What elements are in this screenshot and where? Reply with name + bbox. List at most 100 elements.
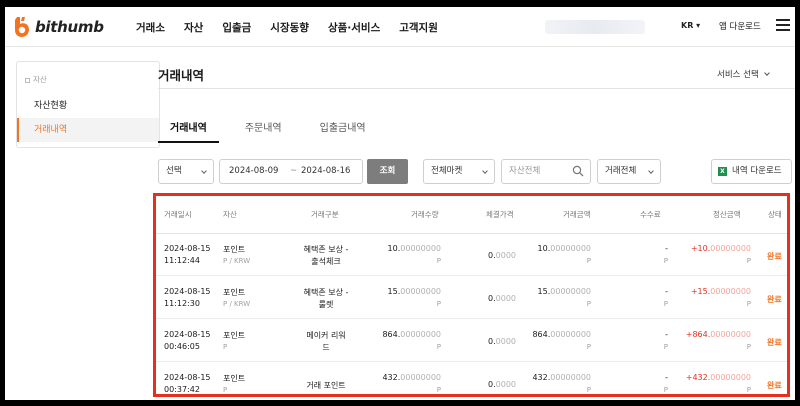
history-download-button[interactable]: X 내역 다운로드 xyxy=(711,159,792,184)
table-row: 2024-08-15 00:46:05 포인트 P 메이커 리워 드 864.0… xyxy=(156,320,787,362)
title-divider xyxy=(158,88,795,89)
amount-int: 432. xyxy=(532,373,551,382)
sidebar-section-title: 자산 xyxy=(25,74,47,85)
sidebar-item-asset-status[interactable]: 자산현황 xyxy=(17,94,159,118)
row-qty-unit: P xyxy=(436,257,441,265)
qty-dec: 00000000 xyxy=(400,330,441,339)
row-asset-sub: P xyxy=(223,386,228,394)
row-settlement-unit: P xyxy=(746,386,751,394)
row-date: 2024-08-15 xyxy=(164,373,211,382)
row-time: 00:46:05 xyxy=(164,342,200,351)
brand-logo[interactable]: bithumb xyxy=(13,16,104,38)
nav-exchange[interactable]: 거래소 xyxy=(136,20,165,35)
amount-int: 10. xyxy=(537,244,551,253)
qty-dec: 00000000 xyxy=(400,244,441,253)
search-icon[interactable] xyxy=(572,165,584,177)
row-asset-sub: P / KRW xyxy=(223,257,251,265)
tab-trade-history[interactable]: 거래내역 xyxy=(158,113,219,143)
amount-dec: 00000000 xyxy=(550,330,591,339)
row-settlement: +432.00000000 xyxy=(641,373,751,382)
col-header-asset: 자산 xyxy=(223,210,237,219)
row-amount: 432.00000000 xyxy=(486,373,591,382)
row-settlement: +10.00000000 xyxy=(641,244,751,253)
chevron-down-icon xyxy=(648,168,654,174)
row-amount: 15.00000000 xyxy=(486,287,591,296)
qty-dec: 00000000 xyxy=(400,373,441,382)
download-button-label: 내역 다운로드 xyxy=(732,166,782,176)
period-select[interactable]: 선택 xyxy=(158,159,214,184)
app-download-link[interactable]: 앱 다운로드 xyxy=(719,20,761,32)
qty-int: 10. xyxy=(387,244,401,253)
chevron-down-icon xyxy=(201,168,207,174)
table-row: 2024-08-15 11:12:30 포인트 P / KRW 혜택존 보상 -… xyxy=(156,277,787,319)
nav-deposit-withdraw[interactable]: 입출금 xyxy=(222,20,251,35)
asset-search-placeholder: 자산전체 xyxy=(509,166,541,176)
qty-int: 432. xyxy=(382,373,401,382)
col-header-settlement: 정산금액 xyxy=(713,210,741,219)
table-header: 거래일시 자산 거래구분 거래수량 체결가격 거래금액 수수료 정산금액 상태 xyxy=(156,196,787,234)
status-badge[interactable]: 완료 xyxy=(767,294,782,305)
settle-dec: 00000000 xyxy=(710,244,751,253)
row-date: 2024-08-15 xyxy=(164,244,211,253)
date-to[interactable]: 2024-08-16 xyxy=(301,160,350,183)
row-asset: 포인트 xyxy=(223,245,246,254)
status-badge[interactable]: 완료 xyxy=(767,251,782,262)
nav-assets[interactable]: 자산 xyxy=(184,20,203,35)
settle-int: +432. xyxy=(685,373,711,382)
date-separator: ~ xyxy=(290,166,298,176)
row-quantity: 15.00000000 xyxy=(336,287,441,296)
amount-dec: 00000000 xyxy=(550,373,591,382)
query-button[interactable]: 조회 xyxy=(367,159,408,184)
row-quantity: 432.00000000 xyxy=(336,373,441,382)
language-selector[interactable]: KR ▾ xyxy=(681,21,700,30)
nav-market-trends[interactable]: 시장동향 xyxy=(270,20,309,35)
row-asset-sub: P / KRW xyxy=(223,300,251,308)
sidebar: 자산 자산현황 거래내역 xyxy=(16,61,160,148)
settle-int: +864. xyxy=(685,330,711,339)
row-amount: 10.00000000 xyxy=(486,244,591,253)
status-badge[interactable]: 완료 xyxy=(767,337,782,348)
amount-dec: 00000000 xyxy=(550,244,591,253)
row-time: 00:37:42 xyxy=(164,385,200,394)
qty-int: 864. xyxy=(382,330,401,339)
col-header-datetime: 거래일시 xyxy=(164,210,192,219)
menu-icon[interactable] xyxy=(776,19,790,31)
row-amount-unit: P xyxy=(586,257,591,265)
history-tabs: 거래내역 주문내역 입출금내역 xyxy=(158,113,392,143)
bithumb-logo-icon xyxy=(15,17,29,37)
date-from[interactable]: 2024-08-09 xyxy=(229,160,278,183)
amount-int: 15. xyxy=(537,287,551,296)
settle-dec: 00000000 xyxy=(710,287,751,296)
market-select[interactable]: 전체마켓 xyxy=(423,159,495,184)
asset-search-input[interactable]: 자산전체 xyxy=(501,159,591,184)
tab-deposit-withdraw-history[interactable]: 입출금내역 xyxy=(308,113,378,143)
nav-products-services[interactable]: 상품·서비스 xyxy=(328,20,380,35)
col-header-type: 거래구분 xyxy=(311,210,339,219)
col-header-status: 상태 xyxy=(768,210,782,219)
chevron-down-icon xyxy=(482,168,488,174)
table-row: 2024-08-15 11:12:44 포인트 P / KRW 혜택존 보상 -… xyxy=(156,234,787,276)
trade-type-value: 거래전체 xyxy=(605,166,637,176)
app-frame: bithumb 거래소 자산 입출금 시장동향 상품·서비스 고객지원 KR ▾… xyxy=(5,7,795,400)
tab-order-history[interactable]: 주문내역 xyxy=(233,113,294,143)
period-select-value: 선택 xyxy=(166,166,182,176)
nav-customer-support[interactable]: 고객지원 xyxy=(399,20,438,35)
row-time: 11:12:30 xyxy=(164,299,200,308)
brand-name: bithumb xyxy=(35,18,104,36)
excel-icon: X xyxy=(718,167,727,176)
settle-int: +10. xyxy=(690,244,711,253)
row-time: 11:12:44 xyxy=(164,256,200,265)
trade-type-select[interactable]: 거래전체 xyxy=(597,159,661,184)
row-asset: 포인트 xyxy=(223,374,246,383)
sidebar-item-trade-history[interactable]: 거래내역 xyxy=(17,118,159,142)
row-amount-unit: P xyxy=(586,343,591,351)
settle-dec: 00000000 xyxy=(710,330,751,339)
service-select-dropdown[interactable]: 서비스 선택 xyxy=(717,68,769,80)
status-badge[interactable]: 완료 xyxy=(767,380,782,391)
row-amount: 864.00000000 xyxy=(486,330,591,339)
qty-dec: 00000000 xyxy=(400,287,441,296)
col-header-amount: 거래금액 xyxy=(563,210,591,219)
blurred-account-area xyxy=(545,20,645,34)
date-range-input[interactable]: 2024-08-09 ~ 2024-08-16 xyxy=(219,159,363,184)
row-amount-unit: P xyxy=(586,300,591,308)
